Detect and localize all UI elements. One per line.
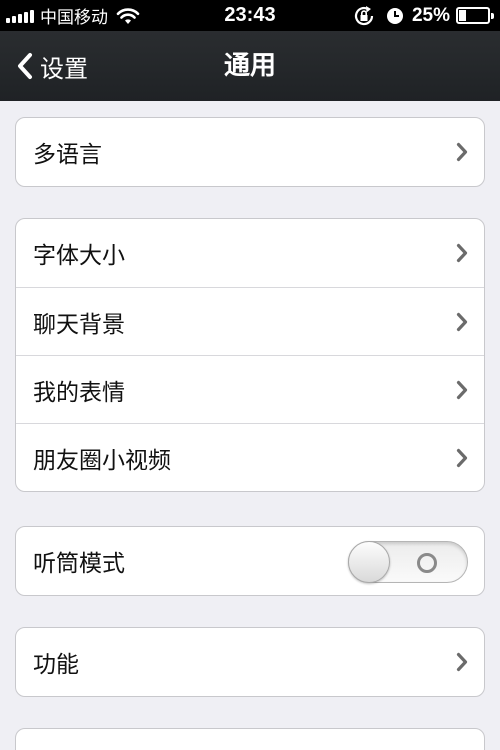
row-chat-background[interactable]: 聊天背景 — [16, 287, 484, 355]
row-label: 我的表情 — [33, 379, 125, 406]
battery-percent: 25% — [411, 4, 450, 26]
row-label: 聊天背景 — [33, 311, 125, 338]
row-label: 功能 — [33, 652, 79, 678]
row-earpiece-mode: 听筒模式 — [16, 527, 484, 595]
chevron-right-icon — [456, 312, 468, 332]
back-button[interactable]: 设置 — [14, 31, 88, 101]
alarm-icon — [386, 7, 403, 24]
back-label: 设置 — [40, 54, 88, 83]
chevron-right-icon — [456, 142, 468, 162]
row-my-stickers[interactable]: 我的表情 — [16, 355, 484, 423]
row-moments-video[interactable]: 朋友圈小视频 — [16, 423, 484, 491]
row-label: 听筒模式 — [33, 551, 125, 577]
rotation-lock-icon — [354, 5, 374, 25]
chevron-right-icon — [456, 652, 468, 672]
row-label: 朋友圈小视频 — [33, 447, 171, 474]
status-right: 25% — [352, 0, 494, 31]
row-label: 字体大小 — [33, 243, 125, 269]
chevron-right-icon — [456, 448, 468, 468]
settings-group-display: 字体大小 聊天背景 我的表情 朋友圈小视频 — [15, 218, 485, 492]
earpiece-mode-toggle[interactable] — [348, 541, 468, 583]
settings-group-features: 功能 — [15, 627, 485, 697]
row-features[interactable]: 功能 — [16, 628, 484, 696]
chevron-right-icon — [456, 380, 468, 400]
row-font-size[interactable]: 字体大小 — [16, 219, 484, 287]
battery-fill — [459, 10, 466, 21]
nav-bar: 设置 通用 — [0, 31, 500, 101]
settings-group-language: 多语言 — [15, 117, 485, 187]
row-language[interactable]: 多语言 — [16, 118, 484, 186]
toggle-off-icon — [417, 553, 437, 573]
chevron-left-icon — [18, 53, 32, 79]
status-bar: 中国移动 23:43 25% — [0, 0, 500, 31]
row-label: 多语言 — [33, 142, 102, 168]
settings-group-earpiece: 听筒模式 — [15, 526, 485, 596]
toggle-knob — [348, 541, 390, 583]
battery-icon — [456, 7, 494, 24]
chevron-right-icon — [456, 243, 468, 263]
settings-group-next — [15, 728, 485, 750]
